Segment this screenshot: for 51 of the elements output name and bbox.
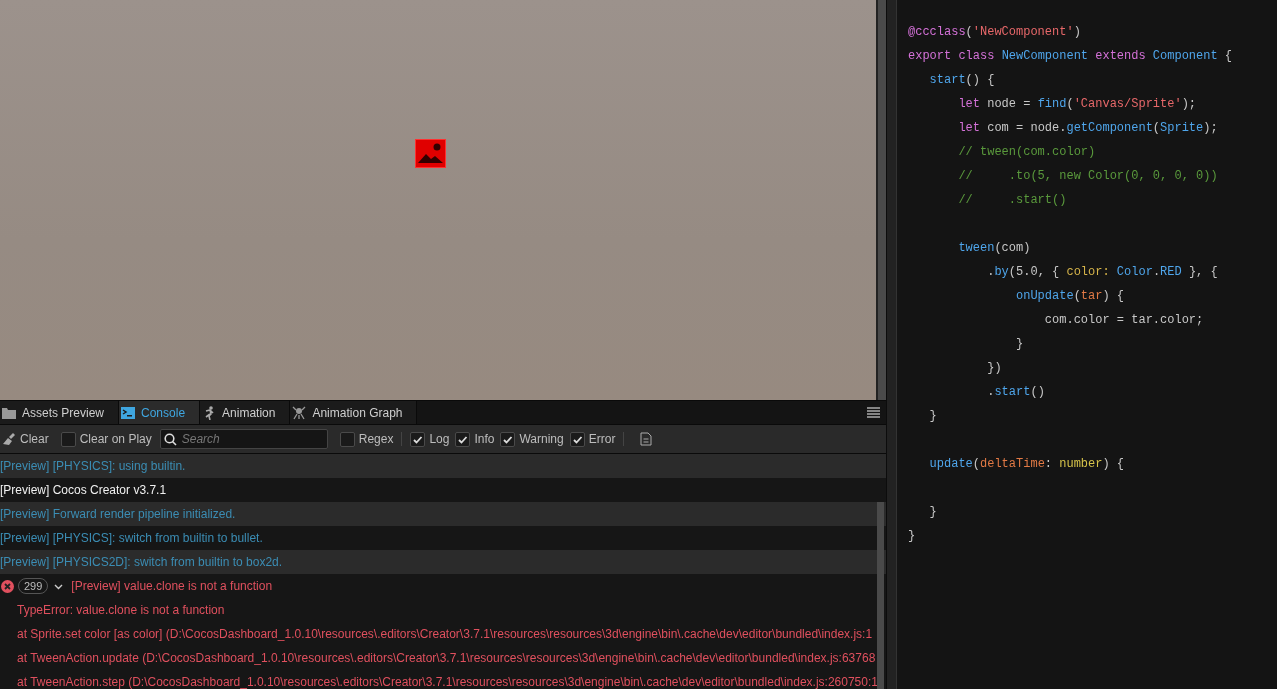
code-line: tween(com) [957, 240, 1032, 257]
clear-on-play-checkbox[interactable]: Clear on Play [60, 431, 152, 447]
log-message: [Preview] [PHYSICS]: switch from builtin to bullet. [0, 531, 263, 545]
scrollbar[interactable] [877, 502, 884, 689]
code-line: }) [986, 360, 1003, 377]
code-line: start() { [928, 72, 996, 89]
log-message: [Preview] Forward render pipeline initialized. [0, 507, 236, 521]
log-message: [Preview] [PHYSICS2D]: switch from builtin to box2d. [0, 555, 283, 569]
panel-tab[interactable]: Animation [200, 401, 291, 424]
code-line: .by(5.0, { color: Color.RED }, { [986, 264, 1219, 281]
clear-button[interactable]: Clear [2, 432, 49, 446]
graph-icon [292, 405, 307, 420]
log-message: [Preview] [PHYSICS]: using builtin. [0, 459, 186, 473]
code-line: export class NewComponent extends Component { [908, 48, 1234, 65]
stack-trace-line: TypeError: value.clone is not a function [16, 602, 226, 619]
filter-checkbox[interactable]: Log [410, 431, 450, 447]
code-line: .start() [986, 384, 1046, 401]
panel-tab[interactable]: Animation Graph [290, 401, 418, 424]
document-icon[interactable] [640, 432, 653, 446]
code-line: update(deltaTime: number) { [928, 456, 1126, 473]
code-line: } [908, 528, 917, 545]
stack-trace-line: at TweenAction.update (D:\CocosDashboard_1.0.10\resources\.editors\Creator\3.7.1\resources\resources\3d\engine\bin\.cache\dev\editor\bundled\index.js:63768 [16, 650, 877, 667]
filter-checkbox[interactable]: Error [569, 431, 616, 447]
broom-icon [2, 433, 15, 445]
code-line: } [928, 408, 938, 425]
folder-icon [2, 406, 16, 419]
log-message: [Preview] value.clone is not a function [71, 579, 273, 593]
image-icon [415, 139, 446, 168]
regex-checkbox[interactable]: Regex [339, 431, 394, 447]
code-line: com.color = tar.color; [1043, 312, 1205, 329]
code-line: let node = find('Canvas/Sprite'); [957, 96, 1198, 113]
stack-trace-line: at Sprite.set color [as color] (D:\CocosDashboard_1.0.10\resources\.editors\Creator\3.7.1\resources\resources\3d\engine\bin\.cache\dev\editor\bundled\index.js:1 [16, 626, 874, 643]
filter-checkbox[interactable]: Warning [500, 431, 564, 447]
code-line: } [1015, 336, 1025, 353]
code-line: } [928, 504, 938, 521]
code-line: onUpdate(tar) { [1015, 288, 1126, 305]
menu-icon[interactable] [867, 407, 880, 418]
stack-trace-line: at TweenAction.step (D:\CocosDashboard_1.0.10\resources\.editors\Creator\3.7.1\resources\resources\3d\engine\bin\.cache\dev\editor\bundled\index.js:260750:1 [16, 674, 879, 689]
search-icon [163, 433, 177, 446]
search-field[interactable]: Search [159, 429, 328, 449]
panel-tab[interactable]: Assets Preview [0, 401, 120, 424]
log-message: [Preview] Cocos Creator v3.7.1 [0, 483, 167, 497]
code-line: // tween(com.color) [957, 144, 1097, 161]
code-line: @ccclass('NewComponent') [908, 24, 1082, 41]
panel-tab[interactable]: Console [119, 401, 201, 424]
terminal-icon [121, 406, 136, 419]
code-line: // .start() [957, 192, 1068, 209]
scrollbar[interactable] [877, 0, 886, 400]
filter-checkbox[interactable]: Info [455, 431, 495, 447]
code-line: let com = node.getComponent(Sprite); [957, 120, 1219, 137]
code-line: // .to(5, new Color(0, 0, 0, 0)) [957, 168, 1219, 185]
